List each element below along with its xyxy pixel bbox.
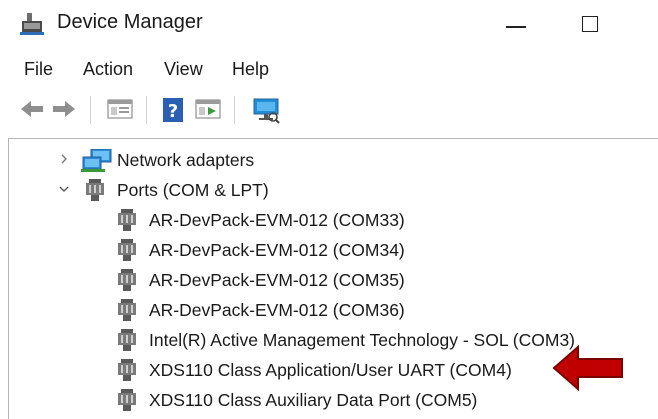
- tree-item-device[interactable]: AR-DevPack-EVM-012 (COM34): [9, 235, 649, 265]
- toolbar: ?: [0, 88, 658, 132]
- help-button[interactable]: ?: [158, 88, 188, 132]
- tree-item-device[interactable]: AR-DevPack-EVM-012 (COM35): [9, 265, 649, 295]
- maximize-button[interactable]: [572, 6, 608, 42]
- network-adapter-icon: [81, 149, 112, 172]
- tree-item-network-adapters[interactable]: Network adapters: [9, 145, 649, 175]
- title-bar[interactable]: Device Manager: [0, 0, 658, 48]
- menu-file[interactable]: File: [24, 59, 53, 80]
- port-icon: [118, 359, 136, 381]
- tree-item-device[interactable]: AR-DevPack-EVM-012 (COM33): [9, 205, 649, 235]
- port-icon: [118, 299, 136, 321]
- device-manager-icon: [20, 13, 44, 35]
- port-icon: [118, 239, 136, 261]
- scan-hardware-icon: [253, 98, 280, 124]
- scan-hardware-button[interactable]: [248, 88, 280, 132]
- tree-item-label: AR-DevPack-EVM-012 (COM35): [149, 270, 405, 290]
- tree-item-label: AR-DevPack-EVM-012 (COM36): [149, 300, 405, 320]
- chevron-down-icon[interactable]: [57, 182, 71, 196]
- toolbar-separator: [234, 96, 235, 124]
- tree-item-ports[interactable]: Ports (COM & LPT): [9, 175, 649, 205]
- back-button[interactable]: [16, 88, 46, 132]
- port-icon: [118, 329, 136, 351]
- tree-item-label: XDS110 Class Auxiliary Data Port (COM5): [149, 390, 478, 410]
- tree-item-label: Ports (COM & LPT): [117, 180, 269, 200]
- back-arrow-icon: [21, 101, 43, 117]
- port-icon: [118, 209, 136, 231]
- red-arrow-icon: [552, 344, 623, 392]
- port-icon: [118, 389, 136, 411]
- help-icon: ?: [163, 98, 183, 122]
- tree-item-label: Intel(R) Active Management Technology - …: [149, 330, 576, 350]
- port-icon: [118, 269, 136, 291]
- properties-button[interactable]: [104, 88, 134, 132]
- update-driver-icon: [195, 99, 221, 119]
- forward-arrow-icon: [53, 101, 75, 117]
- window-title: Device Manager: [57, 11, 203, 33]
- minimize-button[interactable]: [498, 4, 534, 44]
- tree-item-label: XDS110 Class Application/User UART (COM4…: [149, 360, 512, 380]
- port-icon: [86, 179, 104, 201]
- chevron-right-icon[interactable]: [57, 152, 71, 166]
- tree-item-device[interactable]: AR-DevPack-EVM-012 (COM36): [9, 295, 649, 325]
- menu-view[interactable]: View: [164, 59, 203, 80]
- svg-text:?: ?: [168, 101, 178, 122]
- menu-action[interactable]: Action: [83, 59, 133, 80]
- menu-help[interactable]: Help: [232, 59, 269, 80]
- forward-button[interactable]: [48, 88, 78, 132]
- update-driver-button[interactable]: [192, 88, 222, 132]
- toolbar-separator: [90, 96, 91, 124]
- menu-bar: File Action View Help: [0, 52, 658, 86]
- tree-item-label: Network adapters: [117, 150, 255, 170]
- tree-item-label: AR-DevPack-EVM-012 (COM34): [149, 240, 405, 260]
- properties-icon: [107, 99, 133, 119]
- toolbar-separator: [146, 96, 147, 124]
- tree-item-label: AR-DevPack-EVM-012 (COM33): [149, 210, 405, 230]
